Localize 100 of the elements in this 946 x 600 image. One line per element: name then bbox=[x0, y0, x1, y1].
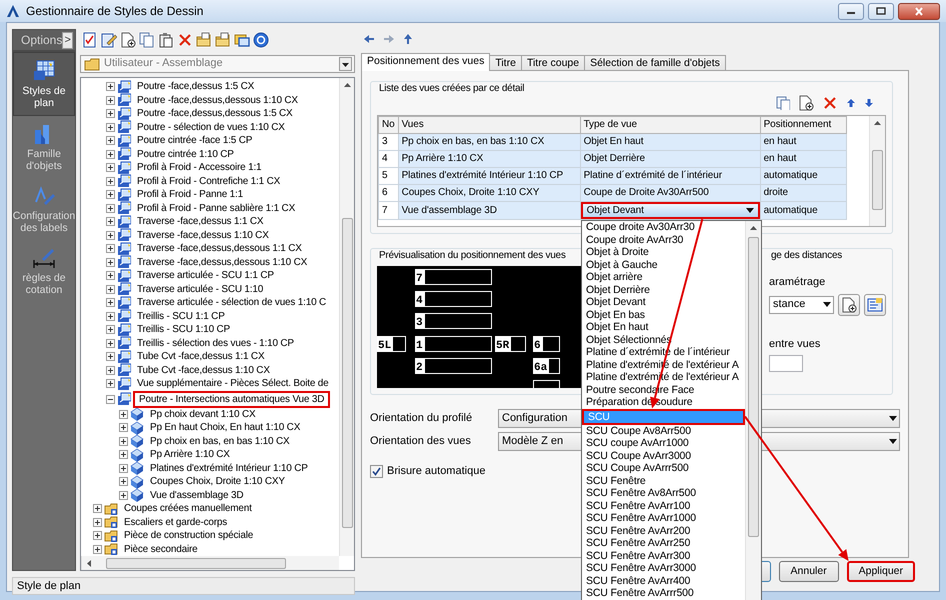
scrollbar[interactable] bbox=[81, 556, 339, 570]
dialog-button[interactable]: Appliquer bbox=[846, 561, 915, 582]
expand-toggle[interactable] bbox=[106, 338, 115, 348]
column-header[interactable]: Type de vue bbox=[580, 116, 760, 134]
tree-item[interactable]: Coupes créées manuellement bbox=[120, 502, 256, 516]
expand-toggle[interactable] bbox=[119, 477, 128, 486]
expand-toggle[interactable] bbox=[106, 244, 115, 254]
expand-toggle[interactable] bbox=[119, 423, 128, 432]
tree-item[interactable]: Pp choix en bas, en bas 1:10 CX bbox=[146, 434, 294, 448]
tree-item[interactable]: Poutre -face,dessus,dessous 1:5 CX bbox=[133, 107, 297, 120]
style-combo[interactable]: Utilisateur - Assemblage bbox=[80, 55, 355, 73]
tree-item[interactable]: Traverse -face,dessus 1:10 CX bbox=[133, 228, 273, 242]
column-header[interactable]: No bbox=[378, 116, 398, 134]
expand-toggle[interactable] bbox=[106, 204, 115, 213]
expand-toggle[interactable] bbox=[106, 190, 115, 200]
tab[interactable]: Positionnement des vues bbox=[361, 53, 490, 71]
tree-item[interactable]: Profil à Froid - Contrefiche 1:1 CX bbox=[133, 174, 284, 188]
scrollbar[interactable] bbox=[745, 221, 761, 600]
expand-toggle[interactable] bbox=[106, 394, 115, 404]
tree-item[interactable]: Poutre - Intersections automatiques Vue 3D bbox=[133, 390, 330, 408]
expand-toggle[interactable] bbox=[106, 96, 115, 105]
expand-toggle[interactable] bbox=[106, 109, 115, 118]
delete-icon[interactable] bbox=[822, 95, 838, 112]
expand-toggle[interactable] bbox=[119, 490, 128, 500]
expand-toggle[interactable] bbox=[106, 325, 115, 334]
tree-item[interactable]: Traverse articulée - SCU 1:1 CP bbox=[133, 269, 278, 282]
expand-toggle[interactable] bbox=[106, 366, 115, 375]
tree-item[interactable]: Poutre -face,dessus 1:5 CX bbox=[133, 80, 258, 94]
help-icon[interactable] bbox=[253, 32, 269, 48]
tree-item[interactable]: Profil à Froid - Panne 1:1 bbox=[133, 188, 247, 202]
expand-toggle[interactable] bbox=[119, 410, 128, 419]
dropdown-option[interactable]: SCU Fenêtre AvArr100 bbox=[582, 500, 745, 512]
dropdown-option[interactable]: Coupe droite AvArr30 bbox=[582, 234, 745, 246]
dropdown-option[interactable]: Objet En haut bbox=[582, 321, 745, 334]
new-document-icon[interactable] bbox=[120, 32, 136, 48]
expand-toggle[interactable] bbox=[106, 163, 115, 172]
tree-item[interactable]: Pp En haut Choix, En haut 1:10 CX bbox=[146, 421, 304, 434]
tree-item[interactable]: Traverse articulée - SCU 1:10 bbox=[133, 282, 268, 296]
tree-item[interactable]: Treillis - SCU 1:1 CP bbox=[133, 310, 229, 323]
expand-toggle[interactable] bbox=[119, 450, 128, 460]
tree-item[interactable]: Treillis - sélection des vues - 1:10 CP bbox=[133, 336, 298, 350]
dropdown-option[interactable]: SCU Fenêtre AvArr400 bbox=[582, 574, 745, 587]
expand-toggle[interactable] bbox=[106, 258, 115, 267]
tree-item[interactable]: Traverse articulée - sélection de vues 1:10 C bbox=[133, 296, 330, 310]
minimize-button[interactable] bbox=[838, 2, 864, 20]
expand-toggle[interactable] bbox=[119, 464, 128, 473]
tree-item[interactable]: Traverse -face,dessus,dessous 1:10 CX bbox=[133, 256, 312, 269]
copy-icon[interactable] bbox=[776, 96, 790, 110]
dropdown-option[interactable]: SCU Fenêtre AvArrr500 bbox=[582, 587, 745, 600]
up-arrow-icon[interactable] bbox=[403, 33, 413, 45]
edit-document-icon[interactable] bbox=[101, 32, 117, 48]
sidebar-item[interactable]: Famille d'objets bbox=[13, 116, 75, 178]
close-button[interactable] bbox=[898, 2, 940, 20]
expand-toggle[interactable] bbox=[106, 136, 115, 146]
tab[interactable]: Sélection de famille d'objets bbox=[584, 55, 726, 71]
dialog-button[interactable]: Annuler bbox=[778, 561, 839, 582]
tree-item[interactable]: Profil à Froid - Panne sablière 1:1 CX bbox=[133, 202, 300, 215]
scrollbar[interactable] bbox=[869, 116, 885, 226]
copy-icon[interactable] bbox=[139, 32, 155, 48]
folder-icon[interactable] bbox=[196, 32, 212, 48]
column-header[interactable]: Positionnement bbox=[760, 116, 846, 134]
window-icon[interactable] bbox=[234, 32, 250, 48]
expand-toggle[interactable] bbox=[106, 271, 115, 280]
delete-icon[interactable] bbox=[177, 32, 193, 48]
expand-toggle[interactable] bbox=[106, 312, 115, 321]
maximize-button[interactable] bbox=[868, 2, 894, 20]
folder-icon[interactable] bbox=[215, 32, 231, 48]
dropdown-option[interactable]: Objet Derrière bbox=[582, 284, 745, 296]
tree-item[interactable]: Pièce de construction spéciale bbox=[120, 529, 258, 542]
dropdown-option[interactable]: SCU Fenêtre Av8Arr500 bbox=[582, 487, 745, 500]
move-down-icon[interactable] bbox=[864, 98, 874, 108]
expand-toggle[interactable] bbox=[106, 122, 115, 132]
dropdown-option[interactable]: Objet à Droite bbox=[582, 246, 745, 258]
tree-item[interactable]: Pièce secondaire bbox=[120, 542, 202, 556]
tab[interactable]: Titre coupe bbox=[520, 55, 586, 71]
tree-item[interactable]: Poutre cintrée -face 1:5 CP bbox=[133, 134, 256, 148]
move-up-icon[interactable] bbox=[846, 98, 856, 108]
expand-toggle[interactable] bbox=[106, 150, 115, 159]
expand-button[interactable]: > bbox=[62, 32, 73, 48]
expand-toggle[interactable] bbox=[106, 352, 115, 362]
expand-toggle[interactable] bbox=[106, 379, 115, 388]
expand-toggle[interactable] bbox=[93, 531, 102, 540]
tree-item[interactable]: Tube Cvt -face,dessus 1:10 CX bbox=[133, 364, 274, 377]
dropdown-option[interactable]: SCU Fenêtre AvArr3000 bbox=[582, 562, 745, 574]
expand-toggle[interactable] bbox=[106, 176, 115, 186]
tree-item[interactable]: Platines d'extrémité Intérieur 1:10 CP bbox=[146, 462, 312, 475]
tree-item[interactable]: Pp choix devant 1:10 CX bbox=[146, 408, 260, 421]
settings-button[interactable] bbox=[864, 294, 886, 316]
expand-toggle[interactable] bbox=[106, 82, 115, 92]
dropdown-option[interactable]: Coupe droite Av30Arr30 bbox=[582, 221, 745, 234]
paste-icon[interactable] bbox=[158, 32, 174, 48]
column-header[interactable]: Vues bbox=[398, 116, 580, 134]
tree-item[interactable]: Traverse -face,dessus,dessous 1:1 CX bbox=[133, 242, 306, 256]
dropdown-option[interactable]: SCU Fenêtre AvArr200 bbox=[582, 524, 745, 537]
tree-item[interactable]: Tube Cvt -face,dessus 1:1 CX bbox=[133, 350, 268, 364]
expand-toggle[interactable] bbox=[93, 504, 102, 514]
dropdown-option[interactable]: SCU Fenêtre AvArr300 bbox=[582, 550, 745, 562]
tree-item[interactable]: Vue supplémentaire - Pièces Sélect. Boite de bbox=[133, 377, 332, 390]
dropdown-option[interactable]: Objet En bas bbox=[582, 308, 745, 321]
expand-toggle[interactable] bbox=[119, 436, 128, 446]
